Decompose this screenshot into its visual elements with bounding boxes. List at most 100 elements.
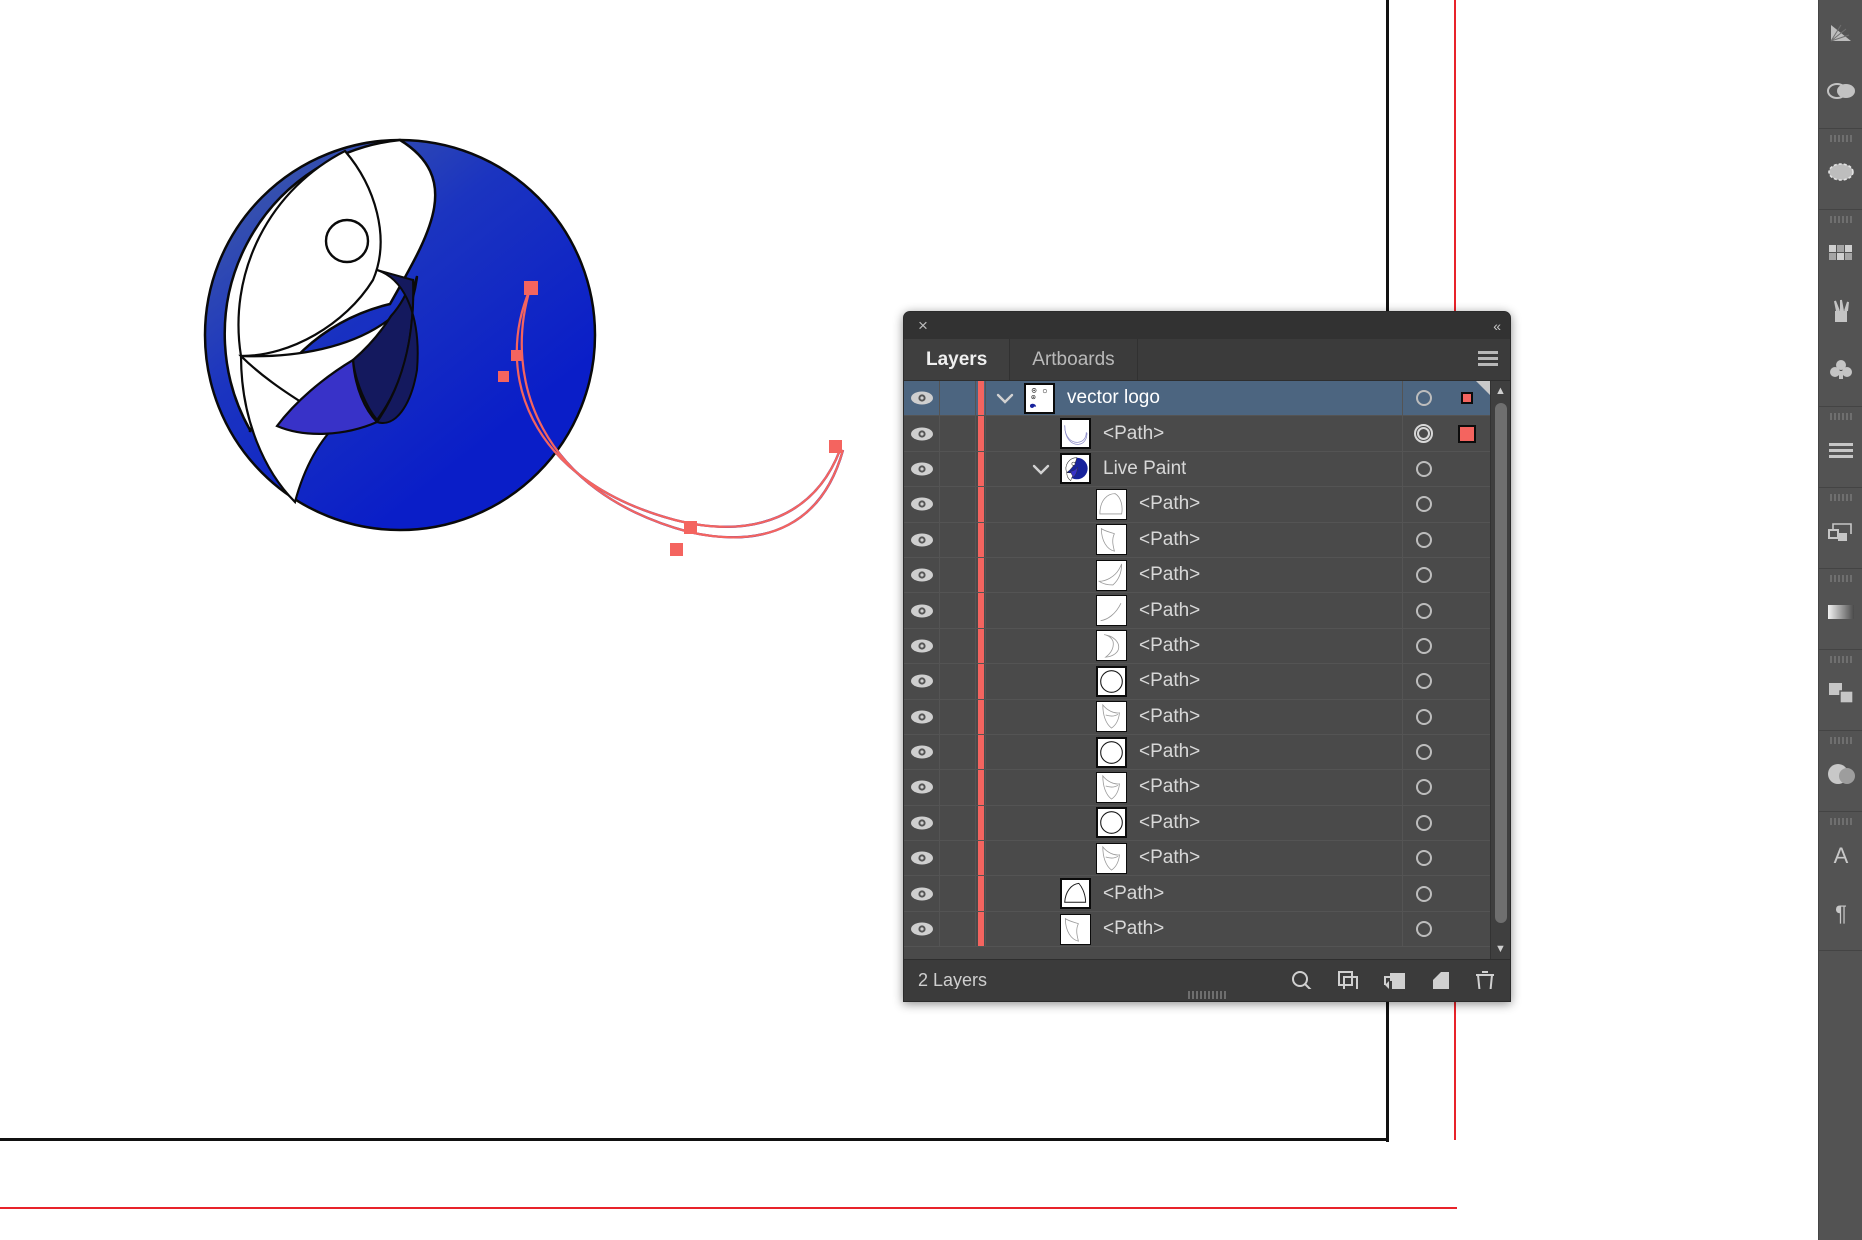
parrot-logo-artwork[interactable] bbox=[195, 120, 895, 590]
layer-row-main[interactable]: <Path> bbox=[985, 734, 1402, 770]
target-column[interactable] bbox=[1402, 593, 1444, 628]
visibility-toggle[interactable] bbox=[904, 805, 940, 841]
lock-toggle[interactable] bbox=[940, 734, 976, 770]
tab-artboards[interactable]: Artboards bbox=[1010, 339, 1138, 380]
lock-toggle[interactable] bbox=[940, 487, 976, 522]
layer-row[interactable]: <Path> bbox=[904, 557, 1490, 594]
scrollbar-thumb[interactable] bbox=[1495, 403, 1507, 923]
transparency-icon[interactable] bbox=[1819, 143, 1862, 201]
visibility-toggle[interactable] bbox=[904, 911, 940, 947]
panel-titlebar[interactable]: × « bbox=[904, 312, 1510, 339]
target-column[interactable] bbox=[1402, 381, 1444, 416]
pathfinder-icon[interactable] bbox=[1819, 62, 1862, 120]
target-column[interactable] bbox=[1402, 628, 1444, 664]
links-icon[interactable] bbox=[1819, 502, 1862, 560]
layer-row[interactable]: <Path> bbox=[904, 699, 1490, 735]
layer-row-main[interactable]: <Path> bbox=[985, 911, 1402, 947]
layer-thumbnail[interactable] bbox=[1096, 488, 1127, 520]
selection-column[interactable] bbox=[1444, 770, 1490, 804]
target-column[interactable] bbox=[1402, 487, 1444, 522]
layer-row-main[interactable]: Live Paint bbox=[985, 451, 1402, 487]
selection-column[interactable] bbox=[1444, 664, 1490, 698]
layers-panel[interactable]: × « Layers Artboards vector logo <Path> Li… bbox=[903, 311, 1511, 1002]
selection-indicator[interactable] bbox=[1458, 424, 1476, 443]
layer-thumbnail[interactable] bbox=[1060, 913, 1091, 945]
layer-row[interactable]: <Path> bbox=[904, 805, 1490, 842]
layer-row-main[interactable]: <Path> bbox=[985, 557, 1402, 593]
selection-column[interactable] bbox=[1444, 558, 1490, 592]
hamburger-menu-icon[interactable] bbox=[1478, 351, 1498, 366]
layer-row-main[interactable]: vector logo bbox=[985, 381, 1402, 416]
target-column[interactable] bbox=[1402, 416, 1444, 451]
layer-row[interactable]: <Path> bbox=[904, 593, 1490, 629]
target-indicator[interactable] bbox=[1414, 424, 1433, 444]
layer-row[interactable]: <Path> bbox=[904, 522, 1490, 558]
selection-column[interactable] bbox=[1444, 523, 1490, 557]
lock-toggle[interactable] bbox=[940, 416, 976, 451]
layer-row-main[interactable]: <Path> bbox=[985, 876, 1402, 911]
visibility-toggle[interactable] bbox=[904, 628, 940, 664]
layer-row[interactable]: Live Paint bbox=[904, 451, 1490, 488]
layer-thumbnail[interactable] bbox=[1060, 878, 1091, 910]
selection-column[interactable] bbox=[1444, 876, 1490, 910]
target-indicator[interactable] bbox=[1415, 567, 1432, 584]
lock-toggle[interactable] bbox=[940, 593, 976, 628]
target-column[interactable] bbox=[1402, 841, 1444, 876]
layer-thumbnail[interactable] bbox=[1096, 524, 1127, 556]
panel-resize-handle[interactable] bbox=[904, 989, 1510, 1001]
target-indicator[interactable] bbox=[1415, 602, 1432, 619]
selection-column[interactable] bbox=[1444, 452, 1490, 486]
selection-column[interactable] bbox=[1444, 806, 1490, 840]
layer-row-main[interactable]: <Path> bbox=[985, 593, 1402, 628]
scroll-up-icon[interactable]: ▲ bbox=[1491, 381, 1510, 401]
layer-thumbnail[interactable] bbox=[1096, 665, 1127, 697]
lock-toggle[interactable] bbox=[940, 911, 976, 947]
layer-thumbnail[interactable] bbox=[1096, 736, 1127, 768]
layer-thumbnail[interactable] bbox=[1096, 630, 1127, 662]
layer-row-main[interactable]: <Path> bbox=[985, 841, 1402, 876]
visibility-toggle[interactable] bbox=[904, 381, 940, 416]
layer-row-main[interactable]: <Path> bbox=[985, 628, 1402, 664]
lock-toggle[interactable] bbox=[940, 522, 976, 557]
layer-thumbnail[interactable] bbox=[1096, 807, 1127, 839]
visibility-toggle[interactable] bbox=[904, 770, 940, 805]
layer-row-main[interactable]: <Path> bbox=[985, 664, 1402, 699]
selection-column[interactable] bbox=[1444, 700, 1490, 734]
type-icon[interactable]: A bbox=[1819, 826, 1862, 884]
visibility-toggle[interactable] bbox=[904, 451, 940, 487]
target-indicator[interactable] bbox=[1415, 460, 1432, 477]
visibility-toggle[interactable] bbox=[904, 664, 940, 699]
target-column[interactable] bbox=[1402, 699, 1444, 734]
scrollbar-track[interactable] bbox=[1491, 401, 1510, 939]
layer-row-main[interactable]: <Path> bbox=[985, 699, 1402, 734]
visibility-toggle[interactable] bbox=[904, 699, 940, 734]
target-indicator[interactable] bbox=[1415, 814, 1432, 831]
layer-thumbnail[interactable] bbox=[1060, 453, 1091, 485]
selection-column[interactable] bbox=[1444, 416, 1490, 450]
swatches-icon[interactable] bbox=[1819, 224, 1862, 282]
target-column[interactable] bbox=[1402, 876, 1444, 911]
layers-list[interactable]: vector logo <Path> Live Paint <Path> <Path> <… bbox=[904, 380, 1510, 959]
visibility-toggle[interactable] bbox=[904, 416, 940, 451]
target-column[interactable] bbox=[1402, 522, 1444, 557]
selection-column[interactable] bbox=[1444, 629, 1490, 663]
layer-thumbnail[interactable] bbox=[1096, 842, 1127, 874]
target-column[interactable] bbox=[1402, 664, 1444, 699]
visibility-toggle[interactable] bbox=[904, 593, 940, 628]
appearance-icon[interactable] bbox=[1819, 745, 1862, 803]
target-indicator[interactable] bbox=[1415, 496, 1432, 513]
layer-row[interactable]: <Path> bbox=[904, 770, 1490, 806]
artboards-icon[interactable] bbox=[1819, 664, 1862, 722]
lock-toggle[interactable] bbox=[940, 699, 976, 734]
scroll-down-icon[interactable]: ▼ bbox=[1491, 939, 1510, 959]
visibility-toggle[interactable] bbox=[904, 876, 940, 911]
chevron-down-icon[interactable] bbox=[986, 391, 1024, 405]
symbols-icon[interactable] bbox=[1819, 340, 1862, 398]
layer-row-main[interactable]: <Path> bbox=[985, 805, 1402, 841]
target-column[interactable] bbox=[1402, 557, 1444, 593]
lock-toggle[interactable] bbox=[940, 770, 976, 805]
layers-scrollbar[interactable]: ▲ ▼ bbox=[1490, 381, 1510, 959]
layer-thumbnail[interactable] bbox=[1096, 771, 1127, 803]
layer-row-main[interactable]: <Path> bbox=[985, 487, 1402, 522]
lock-toggle[interactable] bbox=[940, 805, 976, 841]
